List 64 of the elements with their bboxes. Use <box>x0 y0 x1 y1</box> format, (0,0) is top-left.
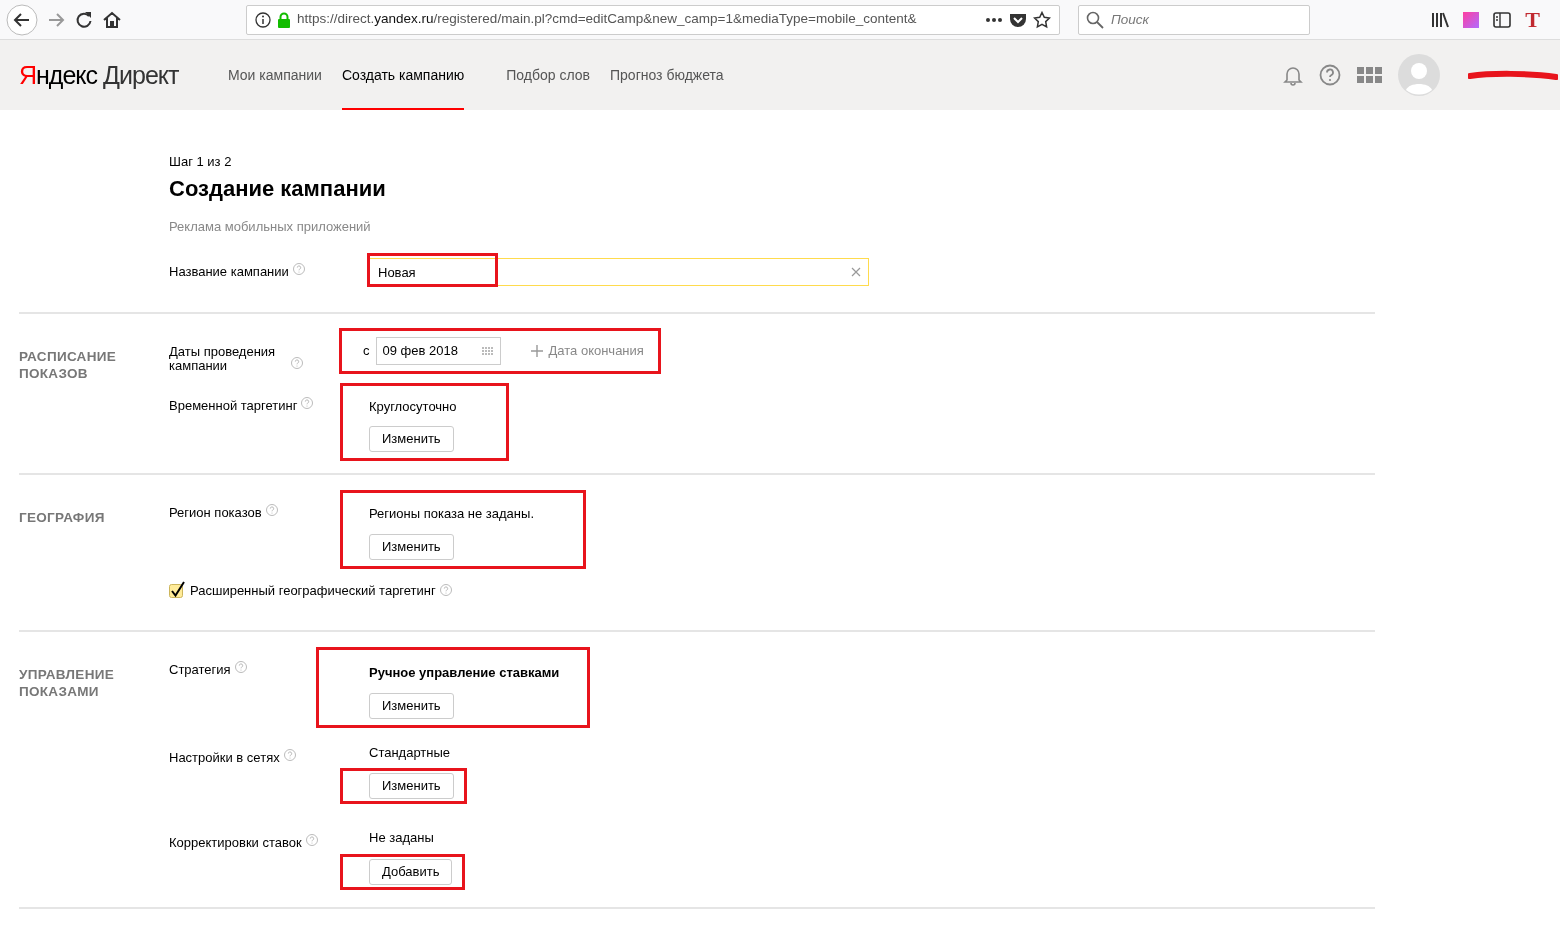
section-title: УПРАВЛЕНИЕ ПОКАЗАМИ <box>19 667 114 699</box>
field-value: Ручное управление ставками <box>369 664 560 682</box>
checkbox[interactable] <box>169 581 186 600</box>
change-button[interactable]: Изменить <box>369 426 454 452</box>
sidebar-icon[interactable] <box>1493 11 1512 28</box>
field-label: Название кампании <box>169 264 289 280</box>
campaign-type: Реклама мобильных приложений <box>169 217 372 236</box>
apps-grid-icon[interactable] <box>1357 67 1382 83</box>
field-label: Настройки в сетях <box>169 749 280 765</box>
add-end-date-link[interactable]: Дата окончания <box>530 341 644 361</box>
field-label: Временной таргетинг <box>169 397 298 413</box>
bell-icon[interactable] <box>1283 64 1303 86</box>
extension-icon[interactable] <box>1463 11 1480 28</box>
help-icon <box>283 748 296 761</box>
field-value: Круглосуточно <box>369 397 457 416</box>
step-text: Шаг 1 из 2 <box>169 153 233 171</box>
help-icon <box>305 834 318 846</box>
nav-tab[interactable]: Создать кампанию <box>341 40 465 110</box>
field-label: Регион показов <box>169 505 262 520</box>
change-button[interactable]: Добавить <box>369 858 453 885</box>
plus-icon <box>530 345 543 357</box>
help-icon[interactable] <box>1319 64 1341 86</box>
field-value: Стандартные <box>369 743 452 762</box>
date-field[interactable]: 09 фев 2018 <box>375 337 501 365</box>
address-bar[interactable]: https://direct.yandex.ru/registered/main.pl?cmd=editCamp&new_camp=1&mediaType=mobile_content& <box>246 4 1060 35</box>
reload-icon[interactable] <box>74 9 94 30</box>
change-button[interactable]: Изменить <box>369 773 454 799</box>
help-icon <box>292 263 305 276</box>
help-icon <box>291 357 303 369</box>
help-icon <box>301 396 314 409</box>
field-label: Даты проведения кампании <box>169 345 277 373</box>
page-title: Создание кампании <box>169 174 387 203</box>
lock-icon <box>277 11 291 28</box>
section-title: РАСПИСАНИЕ ПОКАЗОВ <box>19 349 116 381</box>
search-field[interactable]: Поиск <box>1078 4 1310 35</box>
change-button[interactable]: Изменить <box>369 692 454 719</box>
logo[interactable]: Яндекс Директ <box>19 62 209 88</box>
search-icon <box>1086 10 1104 29</box>
help-icon <box>234 661 247 673</box>
date-prefix: с <box>363 342 370 361</box>
back-icon[interactable] <box>6 3 38 36</box>
change-button[interactable]: Изменить <box>369 533 454 560</box>
help-icon <box>265 504 278 516</box>
info-icon <box>255 11 271 28</box>
checkbox-label: Расширенный географический таргетинг <box>190 581 436 600</box>
nav-tab[interactable]: Прогноз бюджета <box>610 40 724 110</box>
field-label: Стратегия <box>169 662 231 677</box>
library-icon[interactable] <box>1431 11 1450 28</box>
clear-icon[interactable] <box>851 267 861 277</box>
nav-tab[interactable]: Мои кампании <box>228 40 322 110</box>
url-text: https://direct.yandex.ru/registered/main.pl?cmd=editCamp&new_camp=1&mediaType=mobile_content& <box>297 10 918 29</box>
home-icon[interactable] <box>102 9 122 30</box>
extension-icon[interactable]: T <box>1525 8 1540 31</box>
pocket-icon[interactable] <box>1009 11 1027 28</box>
text-field[interactable]: Новая <box>369 258 869 286</box>
star-icon[interactable] <box>1033 10 1051 29</box>
nav-tab[interactable]: Подбор слов <box>506 40 590 110</box>
date-value: 09 фев 2018 <box>382 342 458 361</box>
field-value: Регионы показа не заданы. <box>369 505 534 523</box>
field-value: Не заданы <box>369 829 435 847</box>
help-icon <box>439 584 452 597</box>
section-title: ГЕОГРАФИЯ <box>19 510 105 525</box>
more-icon[interactable] <box>985 16 1003 23</box>
field-label: Корректировки ставок <box>169 835 302 850</box>
